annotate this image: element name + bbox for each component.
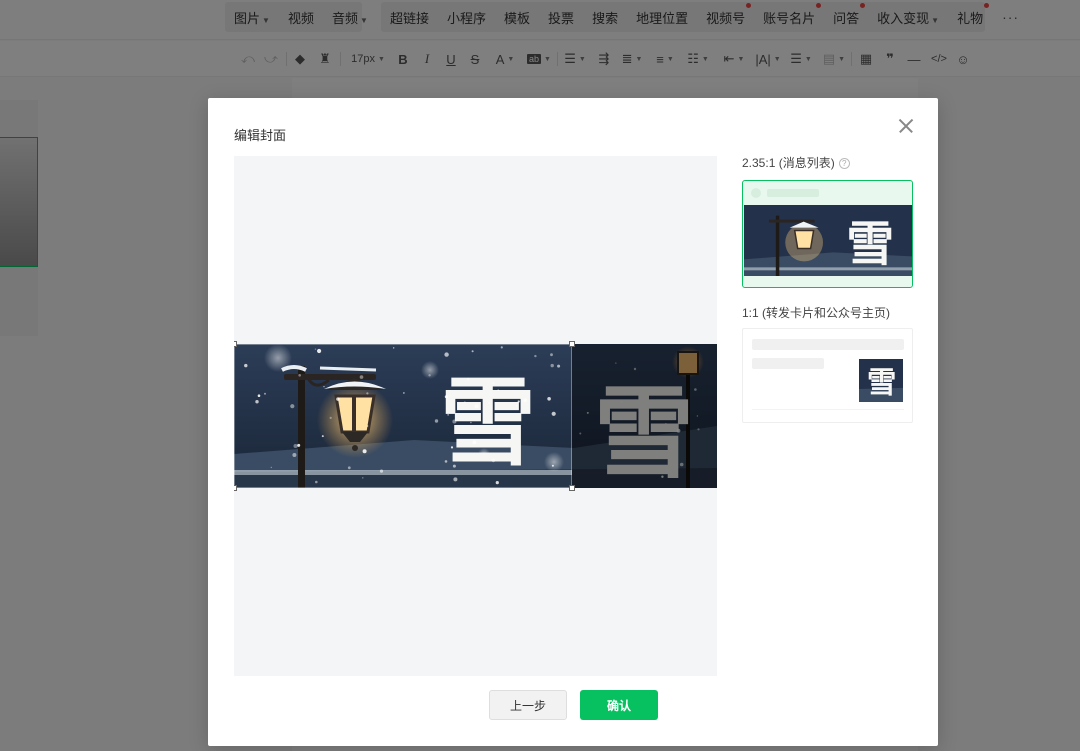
crop-handle[interactable] bbox=[234, 341, 237, 347]
preview-share-card[interactable]: 雪 bbox=[742, 328, 913, 423]
preview-wide-image: 雪 bbox=[744, 205, 912, 276]
title-placeholder bbox=[767, 189, 819, 197]
preview-wide-scene: 雪 bbox=[744, 205, 912, 276]
edit-cover-dialog: 编辑封面 雪 雪 2.35:1 (消息列表) ? 雪 1:1 (转发卡片和公众号… bbox=[208, 98, 938, 746]
crop-canvas: 雪 雪 bbox=[234, 156, 717, 676]
confirm-button[interactable]: 确认 bbox=[580, 690, 658, 720]
preview-square-image: 雪 bbox=[859, 359, 903, 402]
preview-square-scene: 雪 bbox=[859, 359, 903, 402]
crop-selection[interactable] bbox=[234, 341, 575, 491]
preview-wide-character: 雪 bbox=[846, 217, 894, 272]
avatar-placeholder bbox=[751, 188, 761, 198]
preview-panel: 2.35:1 (消息列表)? 雪 1:1 (转发卡片和公众号主页) 雪 bbox=[742, 154, 914, 423]
ratio-wide-text: 2.35:1 (消息列表) bbox=[742, 156, 835, 170]
card-divider bbox=[752, 409, 904, 410]
ratio-wide-label: 2.35:1 (消息列表)? bbox=[742, 154, 914, 172]
prev-step-button[interactable]: 上一步 bbox=[489, 690, 567, 720]
help-icon[interactable]: ? bbox=[838, 158, 850, 169]
preview-message-list[interactable]: 雪 bbox=[742, 180, 913, 288]
crop-handle[interactable] bbox=[569, 485, 575, 491]
crop-mask bbox=[572, 344, 717, 488]
crop-handle[interactable] bbox=[234, 485, 237, 491]
title-placeholder bbox=[752, 339, 904, 350]
dialog-title: 编辑封面 bbox=[234, 128, 287, 143]
subtitle-placeholder bbox=[752, 358, 824, 369]
close-icon[interactable] bbox=[896, 116, 916, 136]
preview-square-character: 雪 bbox=[867, 366, 896, 400]
crop-handle[interactable] bbox=[569, 341, 575, 347]
ratio-square-label: 1:1 (转发卡片和公众号主页) bbox=[742, 306, 891, 320]
